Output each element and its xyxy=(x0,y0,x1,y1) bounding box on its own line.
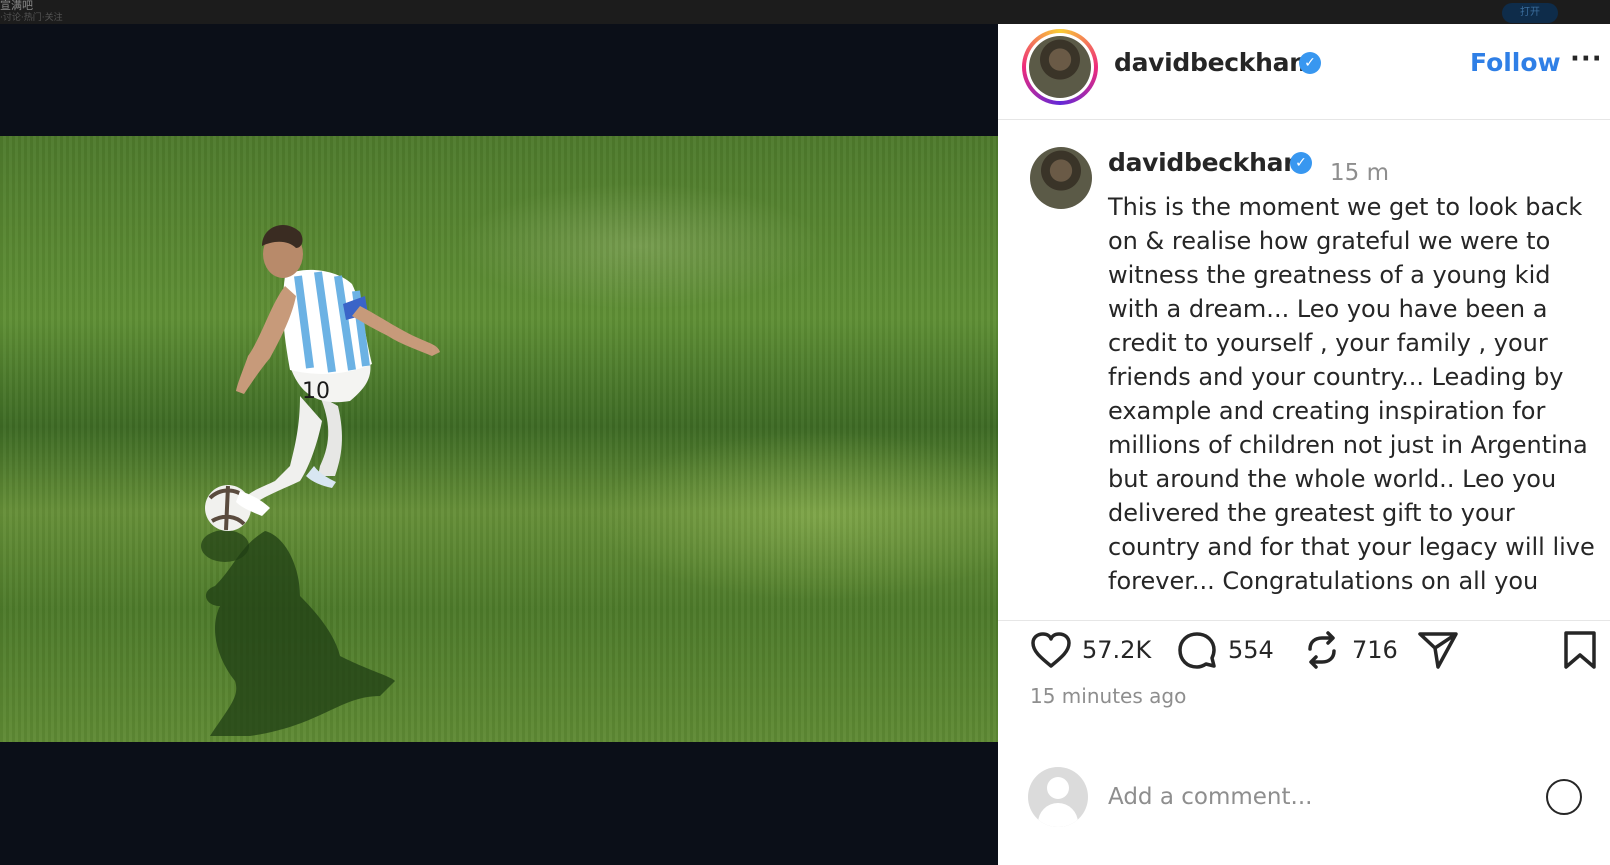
comment-action[interactable]: 554 xyxy=(1176,628,1274,672)
caption-line: but around the whole world.. Leo you xyxy=(1108,465,1557,493)
post-header: davidbeckham ✓ Follow ··· xyxy=(998,24,1610,120)
post-photo[interactable]: 10 xyxy=(0,136,998,742)
verified-badge-icon: ✓ xyxy=(1299,52,1321,74)
post-sidebar: davidbeckham ✓ Follow ··· davidbeckham ✓… xyxy=(998,24,1610,865)
caption-line: friends and your country... Leading by xyxy=(1108,363,1564,391)
browser-topbar: 宣满吧 ·讨论·热门·关注 打开 xyxy=(0,0,1610,24)
caption-avatar[interactable] xyxy=(1030,147,1092,209)
like-count: 57.2K xyxy=(1082,636,1152,664)
player-illustration: 10 xyxy=(201,224,440,736)
bookmark-icon[interactable] xyxy=(1561,629,1599,671)
repost-icon[interactable] xyxy=(1302,629,1342,671)
comment-icon[interactable] xyxy=(1176,630,1218,670)
caption-line: forever... Congratulations on all you xyxy=(1108,567,1539,595)
caption-line: credit to yourself , your family , your xyxy=(1108,329,1548,357)
more-options-icon[interactable]: ··· xyxy=(1570,44,1603,74)
repost-action[interactable]: 716 xyxy=(1302,628,1398,672)
caption-line: millions of children not just in Argenti… xyxy=(1108,431,1588,459)
caption-line: example and creating inspiration for xyxy=(1108,397,1546,425)
story-ring-avatar[interactable] xyxy=(1022,29,1098,105)
caption-username[interactable]: davidbeckham xyxy=(1108,148,1309,177)
post-media[interactable]: 10 xyxy=(0,24,998,865)
caption-verified-badge-icon: ✓ xyxy=(1290,152,1312,174)
post-timestamp: 15 minutes ago xyxy=(1030,684,1187,708)
comment-count: 554 xyxy=(1228,636,1274,664)
caption-section: davidbeckham ✓ 15 m This is the moment w… xyxy=(998,120,1610,620)
caption-line: on & realise how grateful we were to xyxy=(1108,227,1551,255)
avatar xyxy=(1029,36,1091,98)
emoji-icon[interactable] xyxy=(1546,779,1582,815)
send-icon[interactable] xyxy=(1416,629,1460,671)
comment-input[interactable] xyxy=(1108,779,1558,815)
share-action[interactable] xyxy=(1416,628,1460,672)
caption-line: with a dream... Leo you have been a xyxy=(1108,295,1548,323)
heart-icon[interactable] xyxy=(1030,631,1072,669)
open-app-button[interactable]: 打开 xyxy=(1502,3,1558,23)
like-action[interactable]: 57.2K xyxy=(1030,628,1151,672)
follow-button[interactable]: Follow xyxy=(1470,48,1561,77)
shirt-number: 10 xyxy=(302,379,330,404)
header-username[interactable]: davidbeckham xyxy=(1114,48,1315,77)
action-bar: 57.2K 554 716 xyxy=(998,624,1610,674)
topbar-title: 宣满吧 xyxy=(0,0,33,12)
caption-line: This is the moment we get to look back xyxy=(1108,193,1583,221)
topbar-subtitle: ·讨论·热门·关注 xyxy=(0,13,63,23)
repost-count: 716 xyxy=(1352,636,1398,664)
post-time-short: 15 m xyxy=(1330,160,1389,186)
user-avatar-icon xyxy=(1028,767,1088,827)
divider xyxy=(998,620,1610,621)
caption-line: country and for that your legacy will li… xyxy=(1108,533,1595,561)
caption-line: witness the greatness of a young kid xyxy=(1108,261,1551,289)
caption-text: This is the moment we get to look back o… xyxy=(1108,190,1595,598)
save-action[interactable] xyxy=(1561,628,1599,672)
caption-line: delivered the greatest gift to your xyxy=(1108,499,1515,527)
comment-bar xyxy=(998,759,1610,829)
